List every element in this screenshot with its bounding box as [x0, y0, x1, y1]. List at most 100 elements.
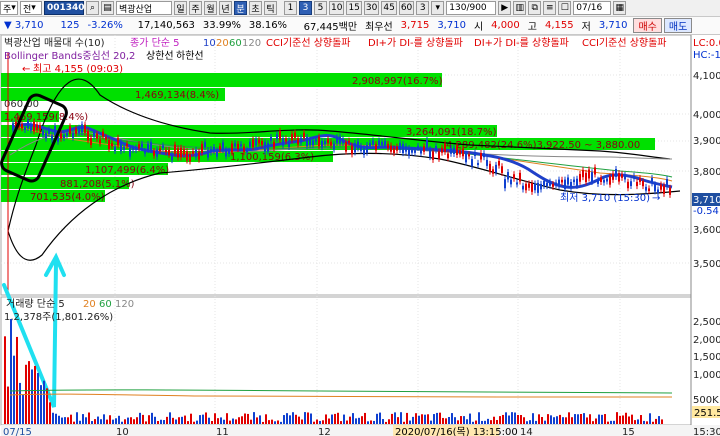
period-week[interactable]: 주	[189, 1, 202, 15]
candle-body	[570, 181, 572, 189]
volume-bar	[310, 413, 312, 424]
ratio-value: 38.16%	[248, 20, 288, 31]
volume-bar	[631, 414, 633, 424]
recent-button[interactable]: ▤	[101, 1, 114, 15]
interval-30[interactable]: 30	[363, 1, 380, 15]
volume-bar	[211, 420, 213, 424]
volume-bar	[250, 419, 252, 424]
volume-bar	[349, 416, 351, 424]
price-chart[interactable]: 2,908,997(16.7%) 1,469,134(8.4%) 3,264,0…	[0, 35, 720, 436]
candle-body	[306, 136, 308, 147]
overlay-icon: ⧉	[531, 3, 538, 13]
legend-bb: Bollinger Bands중심선 20,2	[4, 50, 135, 62]
candle-body	[294, 132, 296, 138]
candle-body	[276, 134, 278, 140]
volume-bar	[151, 412, 153, 424]
interval-45[interactable]: 45	[381, 1, 397, 15]
period-day[interactable]: 일	[174, 1, 187, 15]
period-minute[interactable]: 분	[234, 1, 247, 15]
candle-body	[531, 183, 533, 192]
candle-body	[138, 144, 140, 149]
play-button[interactable]: ▶	[498, 1, 512, 15]
menu-combo[interactable]: 주 ▾	[0, 1, 18, 15]
candle-body	[168, 149, 170, 155]
candle-body	[63, 134, 65, 139]
volume-bar	[256, 417, 258, 424]
interval-15[interactable]: 15	[346, 1, 362, 15]
candle-body	[141, 143, 143, 148]
candle-body	[351, 145, 353, 155]
count-field[interactable]: 130/900	[446, 1, 497, 15]
candle-body	[267, 143, 269, 152]
candle-body	[270, 137, 272, 141]
candle-body	[369, 142, 371, 146]
stock-search-button[interactable]: ⌕	[86, 1, 99, 15]
candle-body	[525, 183, 527, 191]
volume-bar	[559, 414, 561, 424]
period-tick[interactable]: 틱	[264, 1, 277, 15]
date-field[interactable]: 07/16	[573, 1, 612, 15]
candle-body	[396, 146, 398, 151]
interval-dropdown[interactable]: ▾	[431, 1, 445, 15]
candle-body	[309, 139, 311, 146]
volume-bar	[229, 420, 231, 424]
candle-body	[615, 169, 617, 177]
interval-custom[interactable]: 3	[416, 1, 430, 15]
candle-body	[420, 148, 422, 154]
volume-bar	[103, 414, 105, 424]
volume-bar	[406, 412, 408, 424]
candle-body	[483, 153, 485, 158]
candle-body	[540, 183, 542, 190]
stock-name-field[interactable]: 벽광산업	[116, 1, 172, 15]
legend-ma60: 60	[229, 38, 242, 49]
candle-body	[153, 151, 155, 156]
volume-bar	[97, 416, 99, 424]
high-label: 고	[527, 22, 537, 33]
volume-bar	[70, 414, 72, 424]
volume-bar	[187, 421, 189, 424]
interval-5[interactable]: 5	[314, 1, 327, 15]
volume-bar	[16, 336, 18, 424]
interval-label: 5	[317, 3, 324, 13]
candle-body	[432, 151, 434, 160]
x-tick: 07/15	[3, 427, 32, 436]
candle-body	[660, 184, 662, 190]
interval-3[interactable]: 3	[299, 1, 312, 15]
prev-combo[interactable]: 전 ▾	[20, 1, 42, 15]
candle-body	[123, 146, 125, 150]
date-checkbox[interactable]: ☐	[558, 1, 572, 15]
volume-bar	[19, 382, 21, 424]
volume-bar	[634, 420, 636, 424]
period-second[interactable]: 초	[249, 1, 262, 15]
volume-bar	[586, 417, 588, 424]
volume-bar	[88, 412, 90, 424]
sell-button[interactable]: 매도	[663, 18, 693, 33]
candle-body	[639, 178, 641, 182]
stock-code-input[interactable]: 001340	[44, 1, 85, 15]
period-year[interactable]: 년	[219, 1, 232, 15]
overlay-button[interactable]: ⧉	[528, 1, 542, 15]
interval-10[interactable]: 10	[329, 1, 345, 15]
candle-body	[618, 173, 620, 182]
volume-bar	[565, 417, 567, 424]
volume-bar	[172, 417, 174, 424]
interval-60[interactable]: 60	[398, 1, 415, 15]
volume-bar	[319, 420, 321, 424]
candle-body	[213, 147, 215, 152]
settings-button[interactable]: ≡	[543, 1, 557, 15]
volume-bar	[580, 414, 582, 424]
volume-bar	[64, 417, 66, 424]
candle-body	[450, 148, 452, 154]
volume-bar	[247, 413, 249, 424]
buy-button[interactable]: 매수	[633, 18, 662, 33]
volume-bar	[139, 412, 141, 424]
chart-toggle-button[interactable]: ▥	[513, 1, 527, 15]
volume-bar	[364, 412, 366, 424]
candle-body	[24, 127, 26, 130]
candle-body	[372, 140, 374, 145]
candle-body	[177, 148, 179, 158]
period-month[interactable]: 월	[204, 1, 217, 15]
interval-1[interactable]: 1	[284, 1, 297, 15]
calendar-button[interactable]: ▦	[613, 1, 627, 15]
volume-bar	[526, 421, 528, 424]
